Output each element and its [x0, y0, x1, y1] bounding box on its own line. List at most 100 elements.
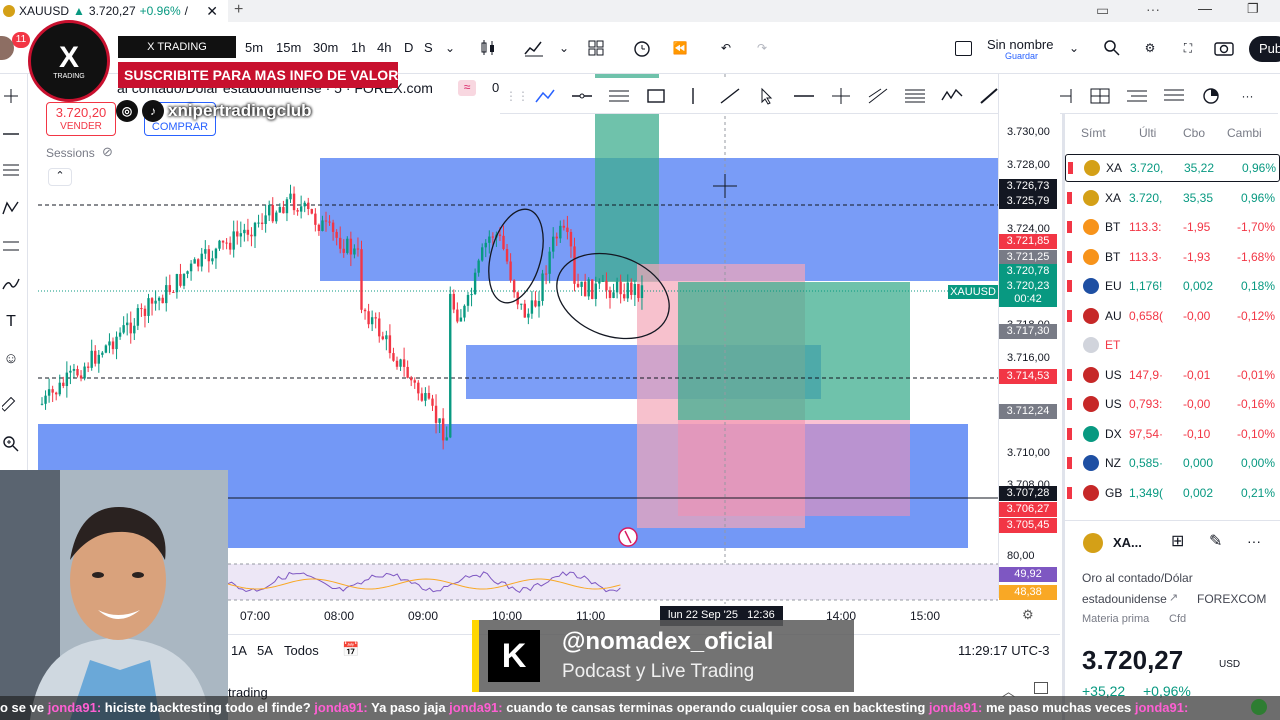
- timeframe-d[interactable]: D: [404, 40, 413, 55]
- watch-header-pct[interactable]: Cambi: [1227, 126, 1262, 140]
- fib-icon[interactable]: [0, 158, 22, 182]
- list-tool-icon[interactable]: [1155, 81, 1192, 111]
- line-tool-icon[interactable]: [785, 81, 822, 111]
- watchlist-row[interactable]: US 0,793: -0,00 -0,16%: [1065, 390, 1280, 418]
- timeframe-15m[interactable]: 15m: [276, 40, 301, 55]
- drag-handle-icon[interactable]: ⋮⋮: [505, 81, 529, 111]
- row-flag-icon[interactable]: [1067, 457, 1072, 469]
- watch-header-change[interactable]: Cbo: [1183, 126, 1205, 140]
- row-flag-icon[interactable]: [1067, 250, 1072, 263]
- row-flag-icon[interactable]: [1067, 191, 1072, 204]
- watchlist-row[interactable]: DX 97,54· -0,10 -0,10%: [1065, 420, 1280, 448]
- ruler-icon[interactable]: [0, 394, 22, 418]
- restore-icon[interactable]: ❐: [1247, 1, 1259, 17]
- vline-tool-icon[interactable]: [674, 81, 711, 111]
- row-flag-icon[interactable]: [1067, 486, 1072, 499]
- templates-icon[interactable]: [584, 36, 608, 60]
- notification-badge[interactable]: 11: [12, 32, 30, 48]
- row-flag-icon[interactable]: [1067, 368, 1072, 381]
- channel-tool-icon[interactable]: [600, 81, 637, 111]
- eye-hidden-icon[interactable]: ⊘: [102, 144, 113, 160]
- external-link-icon[interactable]: ↗: [1169, 591, 1178, 604]
- publish-button[interactable]: Pub: [1249, 36, 1280, 62]
- close-tab-icon[interactable]: ✕: [206, 3, 218, 20]
- chart-settings-icon[interactable]: ≈: [458, 80, 476, 96]
- replay-icon[interactable]: ⏪: [668, 36, 692, 60]
- layout-checkbox[interactable]: [955, 41, 972, 56]
- zoom-in-icon[interactable]: [0, 432, 22, 456]
- alert-icon[interactable]: [630, 36, 654, 60]
- maximize-panel-icon[interactable]: [1034, 682, 1048, 694]
- color-wheel-icon[interactable]: [1192, 81, 1229, 111]
- new-tab-icon[interactable]: +: [234, 1, 243, 19]
- collapse-legend-icon[interactable]: ⌃: [48, 168, 72, 186]
- watchlist-row[interactable]: BT 113.3· -1,93 -1,68%: [1065, 243, 1280, 271]
- details-grid-icon[interactable]: ⊞: [1171, 531, 1184, 551]
- candles-icon[interactable]: [476, 36, 500, 60]
- emoji-icon[interactable]: ☺: [0, 346, 22, 370]
- timeframe-1h[interactable]: 1h: [351, 40, 365, 55]
- row-flag-icon[interactable]: [1067, 309, 1072, 322]
- watchlist-row[interactable]: EU 1,176! 0,002 0,18%: [1065, 272, 1280, 300]
- indicators-dropdown-icon[interactable]: ⌄: [552, 36, 576, 60]
- timeframe-s[interactable]: S: [424, 40, 433, 55]
- minimize-icon[interactable]: —: [1198, 0, 1212, 16]
- grid-tool-icon[interactable]: [1081, 81, 1118, 111]
- window-tabs-icon[interactable]: ▭: [1096, 2, 1109, 19]
- sell-button[interactable]: 3.720,20 VENDER: [46, 102, 116, 136]
- brush-icon[interactable]: [0, 272, 22, 296]
- details-exchange[interactable]: FOREXCOM: [1197, 592, 1266, 606]
- more-tools-icon[interactable]: ···: [1229, 81, 1266, 111]
- text-icon[interactable]: T: [0, 310, 22, 334]
- timeframe-4h[interactable]: 4h: [377, 40, 391, 55]
- cursor-tool-icon[interactable]: [748, 81, 785, 111]
- row-flag-icon[interactable]: [1067, 221, 1072, 233]
- watchlist-row[interactable]: GB 1,349(0,002 0,21%: [1065, 479, 1280, 507]
- undo-icon[interactable]: ↶: [714, 36, 738, 60]
- details-edit-icon[interactable]: ✎: [1209, 531, 1222, 551]
- timeframe-30m[interactable]: 30m: [313, 40, 338, 55]
- trendline-icon[interactable]: [0, 122, 22, 146]
- price-scale[interactable]: 3.730,00 3.728,00 3.724,00 3.718,00 3.71…: [998, 74, 1060, 600]
- settings-icon[interactable]: ⚙: [1138, 36, 1162, 60]
- timeframe-dropdown-icon[interactable]: ⌄: [438, 36, 462, 60]
- crosshair-icon[interactable]: [0, 84, 22, 108]
- watch-header-symbol[interactable]: Símt: [1081, 126, 1106, 140]
- more-icon[interactable]: ···: [1146, 1, 1160, 17]
- indicators-icon[interactable]: [522, 36, 546, 60]
- row-flag-icon[interactable]: [1067, 339, 1072, 351]
- forecast-icon[interactable]: [0, 234, 22, 258]
- watchlist-row[interactable]: XA 3.720, 35,35 0,96%: [1065, 184, 1280, 212]
- date-range-icon[interactable]: 📅: [342, 641, 359, 658]
- row-flag-icon[interactable]: [1067, 398, 1072, 410]
- watch-header-last[interactable]: Últi: [1139, 126, 1156, 140]
- redo-icon[interactable]: ↷: [750, 36, 774, 60]
- hlines-tool-icon[interactable]: [1118, 81, 1155, 111]
- watchlist-row[interactable]: XA 3.720, 35,22 0,96%: [1065, 154, 1280, 182]
- ray-tool-icon[interactable]: [711, 81, 748, 111]
- wave-tool-icon[interactable]: [933, 81, 970, 111]
- layout-name[interactable]: Sin nombre: [987, 37, 1053, 52]
- layout-dropdown-icon[interactable]: ⌄: [1062, 36, 1086, 60]
- trend-tool-icon[interactable]: [526, 81, 563, 111]
- pattern-icon[interactable]: [0, 196, 22, 220]
- range-1a[interactable]: 1A: [231, 643, 247, 658]
- hline-tool-icon[interactable]: [563, 81, 600, 111]
- range-5a[interactable]: 5A: [257, 643, 273, 658]
- browser-tab[interactable]: XAUUSD ▲ 3.720,27 +0.96% / ✕: [0, 0, 228, 22]
- watchlist-row[interactable]: AU 0,658(-0,00 -0,12%: [1065, 302, 1280, 330]
- axis-settings-icon[interactable]: ⚙: [1022, 607, 1034, 623]
- row-flag-icon[interactable]: [1068, 162, 1073, 174]
- row-flag-icon[interactable]: [1067, 427, 1072, 440]
- clock[interactable]: 11:29:17 UTC-3: [958, 643, 1050, 658]
- rect-tool-icon[interactable]: [637, 81, 674, 111]
- details-symbol[interactable]: XA...: [1113, 535, 1142, 550]
- watchlist-row[interactable]: NZ 0,585· 0,000 0,00%: [1065, 449, 1280, 477]
- cross-tool-icon[interactable]: [822, 81, 859, 111]
- snapshot-icon[interactable]: [1212, 36, 1236, 60]
- row-flag-icon[interactable]: [1067, 280, 1072, 292]
- range-all[interactable]: Todos: [284, 643, 319, 658]
- fib-tool-icon[interactable]: [896, 81, 933, 111]
- watchlist-row[interactable]: BT 113.3: -1,95 -1,70%: [1065, 213, 1280, 241]
- quick-search-icon[interactable]: [1100, 36, 1124, 60]
